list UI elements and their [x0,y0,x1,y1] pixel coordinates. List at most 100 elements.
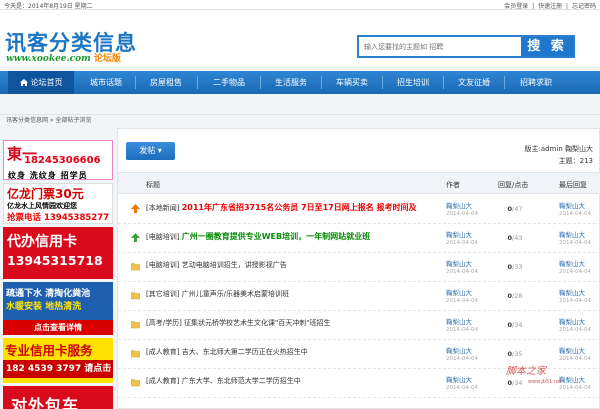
thread-author[interactable]: 鞠梨山大 [446,200,472,210]
thread-category[interactable]: [其它培训] [146,290,179,298]
thread-title-text[interactable]: 征集状元桥学校艺术生文化课"百天冲刺"班招生 [184,319,330,327]
last-reply-author[interactable]: 鞠梨山大 [559,374,585,384]
reply-count: 0/33 [495,263,535,271]
account-links: 会员登录 | 快速注册 | 忘记密码 [502,1,596,10]
ad-card-service[interactable]: 专业信用卡服务 182 4539 3797 请点击 [3,338,113,383]
thread-title[interactable]: [电脑培训] 广州一圈教育提供专业WEB培训，一年制网站就业班 [146,231,370,242]
forgot-password-link[interactable]: 忘记密码 [572,3,596,10]
ad-tattoo-sub: 纹身 洗纹身 招学员 [8,171,88,180]
clicks: /34 [512,379,523,387]
thread-title-text[interactable]: 吉大、东北师大第二学历正在火热招生中 [182,348,308,356]
thread-category[interactable]: [本地新闻] [146,204,179,212]
folder-icon [131,321,140,329]
table-row[interactable]: [电脑培训] 广州一圈教育提供专业WEB培训，一年制网站就业班 鞠梨山大 2014-… [118,224,600,253]
thread-author[interactable]: 鞠梨山大 [446,229,472,239]
nav-item-dating[interactable]: 文友征婚 [446,71,502,94]
thread-date: 2014-04-04 [446,211,478,217]
logo-url-text: www.xookee.com [6,54,91,64]
nav-item-housing[interactable]: 房屋租售 [138,71,194,94]
thread-author[interactable]: 鞠梨山大 [446,258,472,268]
table-row[interactable]: [本地新闻] 2011年广东省招3715名公务员 7日至17日网上报名 报考时间… [118,195,600,224]
nav-item-secondhand[interactable]: 二手物品 [200,71,258,94]
last-reply-date: 2014-04-04 [559,240,591,246]
ad-credit-title: 代办信用卡 [7,234,77,250]
ad-credit-card[interactable]: 代办信用卡 13945315718 [3,227,113,279]
current-date: 今天是：2014年8月19日 星期二 [4,3,93,10]
search-button[interactable]: 搜 索 [521,37,573,56]
last-reply-author[interactable]: 鞠梨山大 [559,316,585,326]
main-nav: 论坛首页 城市话题 房屋租售 二手物品 生活服务 车辆买卖 招生培训 文友征婚 … [0,71,600,94]
last-reply-author[interactable]: 鞠梨山大 [559,345,585,355]
ad-plumbing-line2: 水暖安装 地热清洗 [6,302,82,312]
thread-title-text[interactable]: 2011年广东省招3715名公务员 7日至17日网上报名 报考时间及 [182,203,417,212]
thread-author[interactable]: 鞠梨山大 [446,374,472,384]
last-reply-author[interactable]: 鞠梨山大 [559,258,585,268]
thread-title[interactable]: [本地新闻] 2011年广东省招3715名公务员 7日至17日网上报名 报考时间… [146,202,417,213]
table-row[interactable]: [其它培训] 广州儿童声乐/乐器美术启蒙培训班 鞠梨山大 2014-04-04 0/2… [118,282,600,311]
clicks: /43 [512,234,523,242]
last-reply-date: 2014-04-04 [559,327,591,333]
ad-ticket[interactable]: 亿龙门票30元 亿龙水上风情园欢迎您 抢票电话 13945385277 [3,183,113,224]
reply-count: 0/43 [495,234,535,242]
thread-category[interactable]: [成人教育] [146,377,179,385]
thread-title-text[interactable]: 广州儿童声乐/乐器美术启蒙培训班 [182,290,289,298]
search-input[interactable] [361,39,519,54]
last-reply-author[interactable]: 鞠梨山大 [559,229,585,239]
thread-category[interactable]: [电脑培训] [146,261,179,269]
reply-count: 0/28 [495,292,535,300]
thread-author[interactable]: 鞠梨山大 [446,316,472,326]
thread-category[interactable]: [成人教育] [146,348,179,356]
reply-count: 0/35 [495,350,535,358]
watermark-url: www.jb51.net [528,379,563,385]
separator: | [532,3,535,10]
table-row[interactable]: [高考/学历] 征集状元桥学校艺术生文化课"百天冲刺"班招生 鞠梨山大 2014-0… [118,311,600,340]
nav-item-city[interactable]: 城市话题 [80,71,132,94]
ad-charter-title: 对外包车 [11,396,80,409]
nav-item-vehicles[interactable]: 车辆买卖 [324,71,380,94]
thread-title[interactable]: [高考/学历] 征集状元桥学校艺术生文化课"百天冲刺"班招生 [146,318,331,328]
register-link[interactable]: 快速注册 [538,3,562,10]
nav-item-jobs[interactable]: 招聘求职 [507,71,565,94]
thread-title-text[interactable]: 广州一圈教育提供专业WEB培训，一年制网站就业班 [182,232,370,241]
thread-title[interactable]: [其它培训] 广州儿童声乐/乐器美术启蒙培训班 [146,289,289,299]
ad-plumbing[interactable]: 疏通下水 清掏化粪池 水暖安装 地热清洗 点击查看详情 [3,282,113,335]
table-row[interactable]: [电脑培训] 艺动电脑培训招生，讲授影视广告 鞠梨山大 2014-04-04 0/33… [118,253,600,282]
header-last-reply: 最后回复 [559,181,587,189]
thread-title[interactable]: [成人教育] 广东大学、东北师范大学二学历招生中 [146,376,301,386]
clicks: /34 [512,321,523,329]
nav-divider [504,76,505,89]
watermark: 脚本之家 [506,366,546,377]
thread-author[interactable]: 鞠梨山大 [446,287,472,297]
last-reply-author[interactable]: 鞠梨山大 [559,200,585,210]
thread-author[interactable]: 鞠梨山大 [446,345,472,355]
breadcrumb-text[interactable]: 讯客分类信息网 » 全部帖子浏览 [6,115,92,124]
nav-label: 论坛首页 [30,78,63,87]
nav-item-services[interactable]: 生活服务 [263,71,319,94]
last-reply-date: 2014-04-04 [559,211,591,217]
thread-category[interactable]: [电脑培训] [146,233,179,241]
thread-category[interactable]: [高考/学历] [146,319,182,327]
thread-title[interactable]: [电脑培训] 艺动电脑培训招生，讲授影视广告 [146,260,287,270]
folder-icon [131,379,140,387]
ad-charter[interactable]: 对外包车 [3,386,113,409]
nav-item-home[interactable]: 论坛首页 [8,71,74,94]
thread-title[interactable]: [成人教育] 吉大、东北师大第二学历正在火热招生中 [146,347,308,357]
nav-divider [382,76,383,89]
folder-icon [131,263,140,271]
last-reply-date: 2014-04-04 [559,298,591,304]
moderator-info: 版主:admin 鞠梨山大 [524,145,593,153]
login-link[interactable]: 会员登录 [504,3,528,10]
thread-title-text[interactable]: 艺动电脑培训招生，讲授影视广告 [182,261,287,269]
last-reply-date: 2014-04-04 [559,269,591,275]
new-post-button[interactable]: 发帖 ▾ [126,142,175,160]
thread-date: 2014-04-04 [446,240,478,246]
last-reply-author[interactable]: 鞠梨山大 [559,287,585,297]
thread-date: 2014-04-04 [446,385,478,391]
nav-divider [321,76,322,89]
ad-ticket-title: 亿龙门票30元 [7,187,84,201]
clicks: /47 [512,205,523,213]
nav-item-training[interactable]: 招生培训 [385,71,441,94]
thread-title-text[interactable]: 广东大学、东北师范大学二学历招生中 [182,377,301,385]
ad-tattoo[interactable]: 東一 18245306606 纹身 洗纹身 招学员 [3,140,113,180]
last-reply-date: 2014-04-04 [559,385,591,391]
